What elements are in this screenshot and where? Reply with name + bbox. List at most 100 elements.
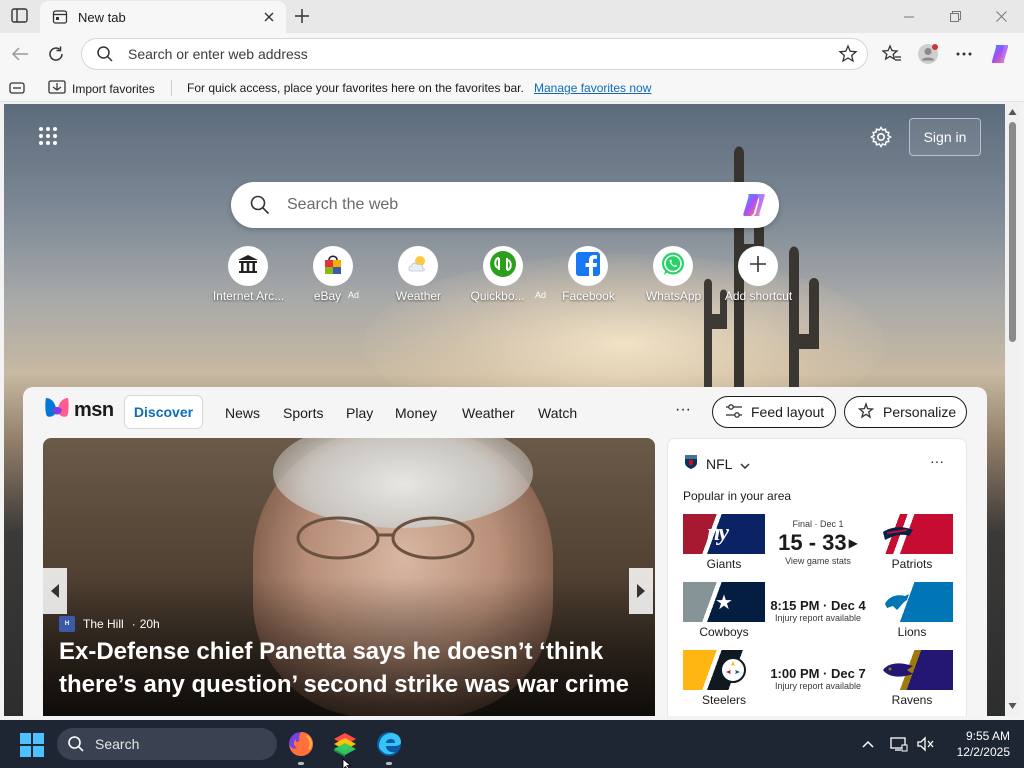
copilot-icon[interactable] [739, 189, 771, 221]
browser-tab[interactable]: New tab [40, 1, 286, 33]
edge-browser-icon[interactable] [375, 730, 403, 758]
game-row[interactable]: ★ Cowboys 8:15 PM · Dec 4 Injury report … [683, 582, 953, 644]
shortcut-whatsapp[interactable]: WhatsApp [631, 246, 716, 304]
web-search-box[interactable]: Search the web [231, 182, 779, 228]
show-hidden-icons-chevron-icon[interactable] [858, 734, 878, 754]
shortcut-quickbooks[interactable]: Quickbo... Ad [461, 246, 546, 304]
cowboys-logo: ★ [683, 582, 765, 622]
import-favorites-label: Import favorites [72, 81, 155, 96]
shortcut-label: Facebook [562, 289, 615, 303]
ravens-logo [871, 650, 953, 690]
shortcut-weather[interactable]: Weather [376, 246, 461, 304]
weather-cloud-icon [405, 251, 431, 282]
personalize-label: Personalize [883, 404, 957, 420]
back-button[interactable] [5, 39, 35, 69]
nfl-shield-icon [684, 454, 698, 473]
address-input[interactable]: Search or enter web address [128, 46, 837, 62]
article-age: 20h [139, 617, 160, 631]
volume-muted-icon[interactable] [915, 734, 935, 754]
nfl-more-button[interactable]: ··· [930, 453, 944, 469]
carousel-next-button[interactable] [629, 568, 653, 614]
chevron-down-icon [740, 456, 750, 472]
nfl-scores-card: NFL ··· Popular in your area ny Giants F… [667, 438, 967, 716]
msn-logo[interactable]: msn [44, 397, 114, 423]
scroll-down-arrow-icon[interactable] [1008, 702, 1017, 710]
team-name: Giants [706, 557, 742, 571]
new-tab-button[interactable] [290, 5, 314, 27]
plus-icon [749, 255, 767, 278]
nav-more-button[interactable]: ··· [673, 401, 693, 421]
team-name: Cowboys [699, 625, 749, 639]
tab-news[interactable]: News [225, 405, 260, 421]
tab-weather[interactable]: Weather [462, 405, 515, 421]
network-display-icon[interactable] [889, 734, 909, 754]
system-clock[interactable]: 9:55 AM 12/2/2025 [940, 728, 1010, 760]
tab-watch[interactable]: Watch [538, 405, 577, 421]
shortcut-internet-archive[interactable]: Internet Arc... [206, 246, 291, 304]
restore-button[interactable] [932, 0, 978, 33]
tab-discover[interactable]: Discover [124, 395, 203, 429]
add-shortcut-button[interactable]: Add shortcut [716, 246, 801, 304]
page-settings-gear-icon[interactable] [870, 126, 892, 148]
refresh-button[interactable] [41, 39, 71, 69]
article-photo-glasses [296, 516, 475, 560]
shortcut-label: Add shortcut [724, 289, 793, 303]
article-source-name: The Hill [83, 617, 124, 631]
game-row[interactable]: Steelers 1:00 PM · Dec 7 Injury report a… [683, 650, 953, 712]
game-time: 8:15 PM · Dec 4 [770, 598, 866, 613]
whatsapp-icon [659, 250, 687, 283]
address-bar[interactable]: Search or enter web address [81, 38, 868, 70]
patriots-logo [871, 514, 953, 554]
sidebar-toggle-icon[interactable] [9, 81, 25, 95]
msn-feed-panel: msn Discover News Sports Play Money Weat… [23, 387, 987, 716]
shortcut-label: WhatsApp [645, 289, 702, 303]
apps-grid-icon[interactable] [38, 126, 58, 146]
nfl-league-selector[interactable]: NFL [684, 454, 750, 473]
shortcut-facebook[interactable]: Facebook [546, 246, 631, 304]
scroll-up-arrow-icon[interactable] [1008, 108, 1017, 116]
tab-play[interactable]: Play [346, 405, 373, 421]
feed-layout-button[interactable]: Feed layout [712, 396, 836, 428]
tab-actions-icon[interactable] [10, 7, 30, 25]
game-stats-link[interactable]: View game stats [765, 556, 871, 566]
hero-article-card[interactable]: H The Hill · 20h Ex-Defense chief Panett… [43, 438, 655, 716]
close-window-button[interactable] [978, 0, 1024, 33]
tab-sports[interactable]: Sports [283, 405, 323, 421]
team-name: Lions [897, 625, 927, 639]
shortcuts-row: Internet Arc... eBay Ad Weather Quickbo.… [206, 246, 806, 306]
minimize-button[interactable] [886, 0, 932, 33]
personalize-button[interactable]: Personalize [844, 396, 967, 428]
web-search-input[interactable]: Search the web [287, 196, 739, 214]
windows-start-icon[interactable] [20, 733, 44, 757]
game-row[interactable]: ny Giants Final · Dec 1 15 - 33 ▶ View ga… [683, 514, 953, 576]
injury-report-link[interactable]: Injury report available [765, 613, 871, 623]
shortcut-ebay[interactable]: eBay Ad [291, 246, 376, 304]
copilot-icon[interactable] [986, 39, 1016, 69]
search-icon [96, 45, 114, 63]
article-headline[interactable]: Ex-Defense chief Panetta says he doesn’t… [59, 635, 639, 701]
search-icon [249, 194, 271, 216]
favorite-star-icon[interactable] [837, 43, 859, 65]
nfl-title: NFL [706, 455, 733, 472]
tab-money[interactable]: Money [395, 405, 437, 421]
favorites-button[interactable] [877, 39, 907, 69]
scrollbar-thumb[interactable] [1009, 122, 1016, 342]
injury-report-link[interactable]: Injury report available [765, 681, 871, 691]
title-bar: New tab [0, 0, 1024, 33]
ebay-bag-icon [320, 251, 346, 282]
page-scrollbar[interactable] [1005, 104, 1020, 716]
taskbar-search-box[interactable]: Search [57, 728, 277, 760]
carousel-prev-button[interactable] [43, 568, 67, 614]
close-tab-icon[interactable] [258, 6, 280, 28]
taskbar-search-label: Search [95, 736, 140, 752]
firefox-icon[interactable] [287, 730, 315, 758]
sign-in-button[interactable]: Sign in [909, 118, 981, 156]
import-favorites-button[interactable]: Import favorites [48, 79, 155, 98]
profile-avatar-icon[interactable] [913, 39, 943, 69]
bluestacks-icon[interactable] [331, 730, 359, 758]
divider [171, 80, 172, 96]
manage-favorites-link[interactable]: Manage favorites now [534, 81, 651, 95]
facebook-icon [574, 250, 602, 283]
settings-more-icon[interactable] [949, 39, 979, 69]
team-name: Patriots [891, 557, 933, 571]
